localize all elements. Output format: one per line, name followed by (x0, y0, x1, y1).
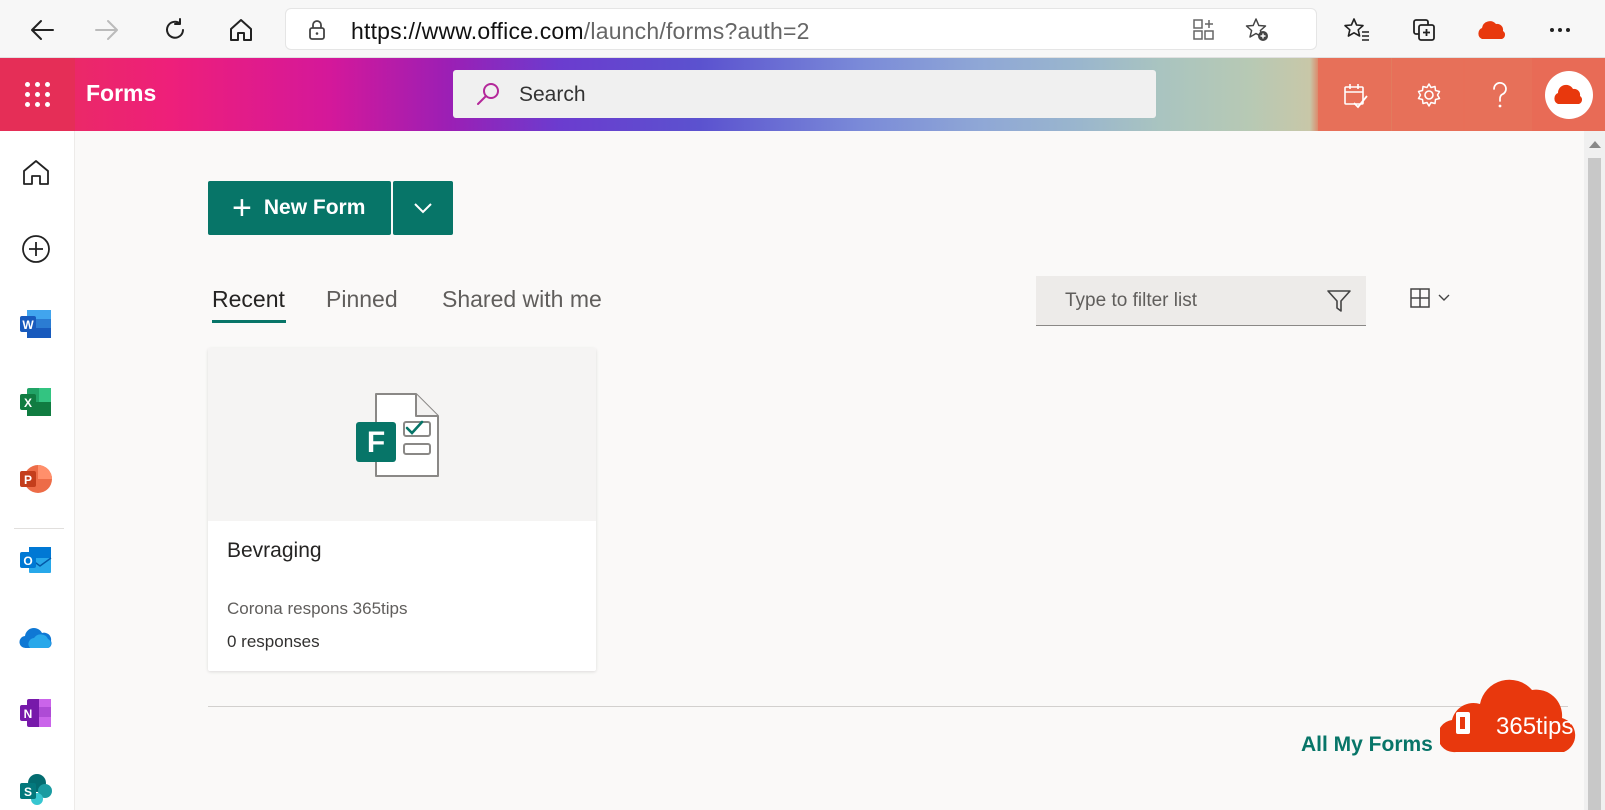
search-placeholder: Search (519, 83, 586, 106)
plus-icon: + (232, 189, 252, 227)
vertical-scrollbar[interactable] (1584, 131, 1605, 810)
filter-input[interactable]: Type to filter list (1036, 276, 1366, 326)
svg-text:P: P (24, 473, 32, 487)
rail-onedrive[interactable] (18, 620, 54, 656)
scrollbar-thumb[interactable] (1588, 158, 1601, 810)
grid-view-icon (1410, 288, 1430, 308)
new-form-button[interactable]: + New Form (208, 181, 391, 235)
outlook-icon: O (20, 547, 52, 573)
rail-onenote[interactable]: N (18, 695, 54, 731)
account-button[interactable] (1532, 58, 1605, 131)
view-toggle-button[interactable] (1410, 288, 1450, 308)
filter-placeholder: Type to filter list (1065, 290, 1197, 311)
rail-home[interactable] (18, 154, 54, 190)
more-icon (1550, 28, 1570, 32)
avatar (1544, 70, 1593, 119)
url-text: https://www.office.com/launch/forms?auth… (351, 18, 810, 44)
rail-create[interactable] (18, 231, 54, 267)
watermark-text: 365tips (1496, 713, 1574, 740)
forms-file-icon: F (356, 392, 439, 477)
chevron-down-icon (1438, 294, 1450, 301)
home-button[interactable] (221, 10, 261, 50)
create-icon (22, 235, 50, 263)
365tips-logo-icon (1553, 84, 1582, 104)
form-response-count: 0 responses (227, 632, 320, 651)
add-favorite-icon[interactable] (1244, 17, 1270, 43)
favorites-button[interactable] (1339, 12, 1375, 48)
form-title: Bevraging (227, 539, 322, 562)
browser-toolbar: https://www.office.com/launch/forms?auth… (0, 0, 1605, 58)
form-thumbnail: F (208, 348, 596, 521)
svg-text:O: O (23, 554, 32, 568)
refresh-icon (166, 18, 184, 39)
powerpoint-icon: P (20, 465, 52, 493)
section-divider (208, 706, 1568, 707)
search-input[interactable]: Search (453, 70, 1156, 118)
forward-arrow-icon (95, 20, 118, 40)
svg-text:S: S (24, 785, 32, 799)
profile-365tips-icon (1478, 21, 1506, 39)
new-form-label: New Form (263, 196, 366, 219)
search-icon (475, 81, 501, 112)
waffle-icon (25, 82, 50, 107)
filter-icon[interactable] (1326, 289, 1352, 318)
calendar-check-icon (1343, 83, 1368, 108)
rail-excel[interactable]: X (18, 384, 54, 420)
sharepoint-icon: S (20, 774, 52, 805)
lock-icon[interactable] (304, 17, 330, 43)
my-day-button[interactable] (1318, 58, 1391, 131)
app-name[interactable]: Forms (86, 80, 156, 107)
back-button[interactable] (22, 10, 62, 50)
form-card[interactable]: F Bevraging Corona respons 365tips 0 res… (208, 348, 596, 671)
home-icon (230, 19, 252, 41)
rail-divider (14, 528, 64, 529)
svg-text:N: N (24, 707, 33, 721)
settings-button[interactable] (1392, 58, 1465, 131)
app-available-icon[interactable] (1191, 17, 1217, 43)
onedrive-icon (19, 628, 52, 649)
gear-icon (1417, 82, 1440, 107)
collections-icon (1413, 19, 1435, 41)
svg-text:F: F (367, 426, 385, 459)
forward-button[interactable] (87, 10, 127, 50)
svg-text:W: W (22, 318, 34, 332)
help-icon (1492, 81, 1507, 107)
rail-word[interactable]: W (18, 306, 54, 342)
rail-powerpoint[interactable]: P (18, 461, 54, 497)
rail-sharepoint[interactable]: S (18, 771, 54, 807)
app-rail: W X P O N S (0, 131, 75, 810)
address-bar[interactable]: https://www.office.com/launch/forms?auth… (285, 8, 1317, 50)
chevron-down-icon (414, 203, 432, 214)
tab-pinned[interactable]: Pinned (326, 286, 398, 313)
app-launcher-button[interactable] (0, 58, 75, 131)
profile-button[interactable] (1474, 12, 1510, 48)
new-form-dropdown-button[interactable] (393, 181, 453, 235)
tab-recent[interactable]: Recent (212, 286, 285, 313)
home-icon (23, 160, 49, 185)
settings-more-button[interactable] (1542, 12, 1578, 48)
svg-text:X: X (24, 396, 32, 410)
refresh-button[interactable] (155, 10, 195, 50)
onenote-icon: N (20, 699, 51, 727)
scroll-up-arrow-icon[interactable] (1589, 141, 1601, 148)
form-description: Corona respons 365tips (227, 599, 408, 618)
rail-outlook[interactable]: O (18, 542, 54, 578)
collections-button[interactable] (1406, 12, 1442, 48)
excel-icon: X (20, 388, 51, 416)
help-button[interactable] (1463, 58, 1536, 131)
app-header: Forms Search (0, 58, 1605, 131)
back-arrow-icon (31, 20, 54, 40)
tab-shared-with-me[interactable]: Shared with me (442, 286, 602, 313)
word-icon: W (20, 310, 51, 338)
favorites-icon (1344, 18, 1369, 41)
tab-active-indicator (212, 320, 286, 323)
all-my-forms-link[interactable]: All My Forms (1301, 733, 1433, 757)
